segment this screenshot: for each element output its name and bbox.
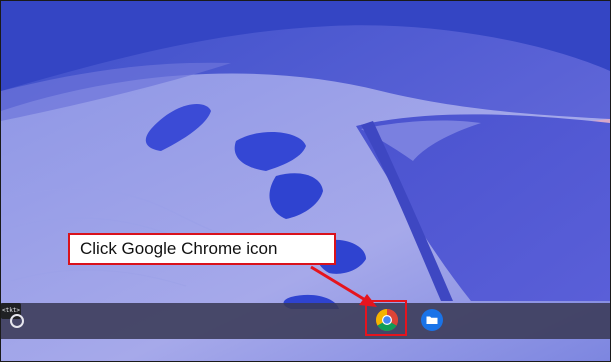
instruction-callout: Click Google Chrome icon [68,233,336,265]
chrome-highlight-box [365,300,407,336]
files-icon[interactable] [420,308,444,332]
shelf: <tkt> [1,303,610,339]
chromeos-desktop: <tkt> Click Google Chrome icon [0,0,611,362]
launcher-circle-icon[interactable] [10,314,24,328]
